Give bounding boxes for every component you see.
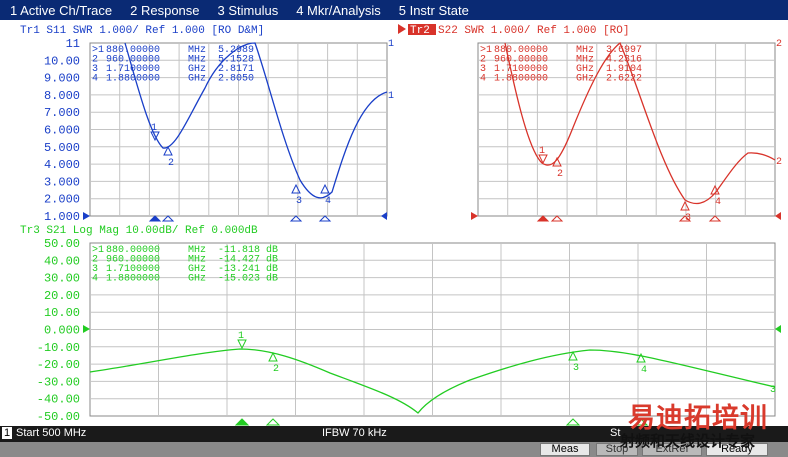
tr1-end-label: 1 [388,39,394,50]
tr2-ref-arrow [471,212,478,220]
menu-bar: 1 Active Ch/Trace 2 Response 3 Stimulus 4 M… [0,0,788,20]
tr2-marker-1-number: 1 [539,146,545,157]
tr1-marker-unit: GHz [188,74,206,85]
tr2-marker-unit: GHz [576,74,594,85]
tr1-marker-3-number: 3 [296,196,302,207]
tr1-ytick: 10.00 [44,54,80,68]
tr1-ytick: 5.000 [44,141,80,155]
tr3-title: Tr3 S21 Log Mag 10.00dB/ Ref 0.000dB [20,225,258,237]
tr2-title: S22 SWR 1.000/ Ref 1.000 [RO] [438,25,629,37]
tr2-marker-2-number: 2 [557,169,563,180]
tr2-marker-label: 4 [480,74,486,85]
tr1-end-label: 1 [388,91,394,102]
tr3-ytick: 50.00 [44,237,80,251]
tr3-ytick: -10.00 [37,341,80,355]
tr3-ytick: -20.00 [37,358,80,372]
menu-item-3[interactable]: 3 Stimulus [218,3,279,18]
tr1-marker-4-number: 4 [325,196,331,207]
tr3-marker-4-number: 4 [641,365,647,376]
tr2-ref-arrow-right [775,212,781,220]
channel-number: 1 [2,427,13,439]
tr3-marker-indicator [234,418,250,426]
tr1-marker-1-number: 1 [151,123,157,134]
tr1-ref-arrow [83,212,90,220]
tr1-ytick: 8.000 [44,89,80,103]
active-trace-arrow [398,24,406,34]
watermark-subtitle: 射频和天线设计专家 [620,432,756,450]
tr3-ytick: 10.00 [44,306,80,320]
tr1-ytick: 2.000 [44,193,80,207]
tr1-ytick: 11 [66,37,80,51]
tr3-marker-label: 4 [92,274,98,285]
tr1-ytick: 7.000 [44,106,80,120]
tr3-marker-indicator [565,418,581,426]
tr3-ytick: -30.00 [37,375,80,389]
tr3-ytick: 20.00 [44,289,80,303]
tr3-marker-unit: GHz [188,274,206,285]
tr3-ytick: 40.00 [44,254,80,268]
tr3-marker-indicator [265,418,281,426]
watermark: 易迪拓培训 射频和天线设计专家 [606,394,788,452]
menu-item-2[interactable]: 2 Response [130,3,199,18]
tr3-marker-3-number: 3 [573,363,579,374]
tr1-title: Tr1 S11 SWR 1.000/ Ref 1.000 [RO D&M] [20,25,264,37]
tr3-ytick: -40.00 [37,393,80,407]
tr1-marker-value: 2.8050 [218,74,254,85]
tr3-marker-freq: 1.8800000 [106,274,160,285]
tr2-marker-indicator [536,215,550,222]
tr1-ytick: 9.000 [44,72,80,86]
tr1-ytick: 1.000 [44,210,80,224]
menu-item-4[interactable]: 4 Mkr/Analysis [296,3,381,18]
menu-item-1[interactable]: 1 Active Ch/Trace [10,3,112,18]
tr1-marker-label: 4 [92,74,98,85]
tr1-ytick: 4.000 [44,158,80,172]
tr3-marker-2-number: 2 [273,364,279,375]
tr1-marker-indicator [148,215,162,222]
tr3-marker-value: -15.023 dB [218,273,278,285]
tr3-ytick: 30.00 [44,272,80,286]
tr1-marker-2-number: 2 [168,158,174,169]
tr1-ytick: 3.000 [44,175,80,189]
tr2-end-label: 2 [776,39,782,50]
tr1-marker-indicator [318,215,332,222]
tr3-ytick: -50.00 [37,410,80,424]
analyzer-display: Tr1 S11 SWR 1.000/ Ref 1.000 [RO D&M] Tr2… [20,24,782,426]
tr3-ref-arrow-right [775,325,781,333]
tr2-marker-4-number: 4 [715,197,721,208]
tr2-marker-value: 2.6222 [606,74,642,85]
menu-item-5[interactable]: 5 Instr State [399,3,469,18]
tr3-ytick: 0.000 [44,324,80,338]
tr2-marker-indicator [550,215,564,222]
start-frequency: Start 500 MHz [16,427,87,439]
softkey-meas-button[interactable]: Meas [540,443,590,456]
ifbw-value: IFBW 70 kHz [322,427,387,439]
tr2-marker-indicator [708,215,722,222]
tr3-marker-1-number: 1 [238,331,244,342]
tr2-marker-freq: 1.8800000 [494,74,548,85]
tr1-marker-freq: 1.8800000 [106,74,160,85]
tr1-marker-indicator [289,215,303,222]
tr2-badge-label: Tr2 [410,25,430,37]
tr3-ref-arrow [83,325,90,333]
tr1-marker-indicator [161,215,175,222]
tr2-end-label: 2 [776,157,782,168]
tr1-ytick: 6.000 [44,124,80,138]
